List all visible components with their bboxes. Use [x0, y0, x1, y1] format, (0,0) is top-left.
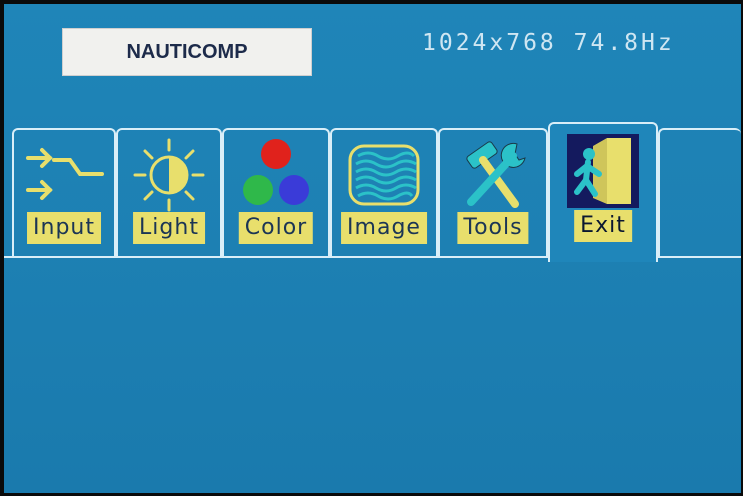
tab-label: Image [341, 212, 427, 244]
tab-tools[interactable]: Tools [438, 128, 548, 256]
tab-label: Tools [457, 212, 529, 244]
tab-empty [658, 128, 741, 256]
wave-image-icon [348, 144, 420, 206]
tab-bar: Input Light Color Image Tools Exit [4, 122, 741, 264]
sun-brightness-icon [133, 138, 205, 212]
tab-input[interactable]: Input [12, 128, 116, 256]
tab-label: Color [238, 212, 314, 244]
logo-text: NAUTICOMP [126, 40, 248, 63]
rgb-dots-icon [243, 139, 309, 205]
tab-label: Exit [574, 210, 632, 242]
input-arrows-icon [26, 148, 104, 200]
brand-logo: NAUTICOMP [62, 28, 312, 76]
door-exit-icon [567, 134, 639, 208]
tab-color[interactable]: Color [222, 128, 330, 256]
tab-light[interactable]: Light [116, 128, 222, 256]
tab-image[interactable]: Image [330, 128, 438, 256]
tab-label: Input [27, 212, 101, 244]
hammer-wrench-icon [466, 141, 526, 208]
tab-baseline [658, 256, 741, 258]
resolution-readout: 1024x768 74.8Hz [422, 30, 675, 56]
tab-baseline [4, 256, 548, 258]
osd-menu: NAUTICOMP 1024x768 74.8Hz Input Light Co… [4, 4, 741, 493]
tab-label: Light [133, 212, 205, 244]
menu-content-area [4, 264, 741, 493]
tab-exit[interactable]: Exit [548, 122, 658, 262]
